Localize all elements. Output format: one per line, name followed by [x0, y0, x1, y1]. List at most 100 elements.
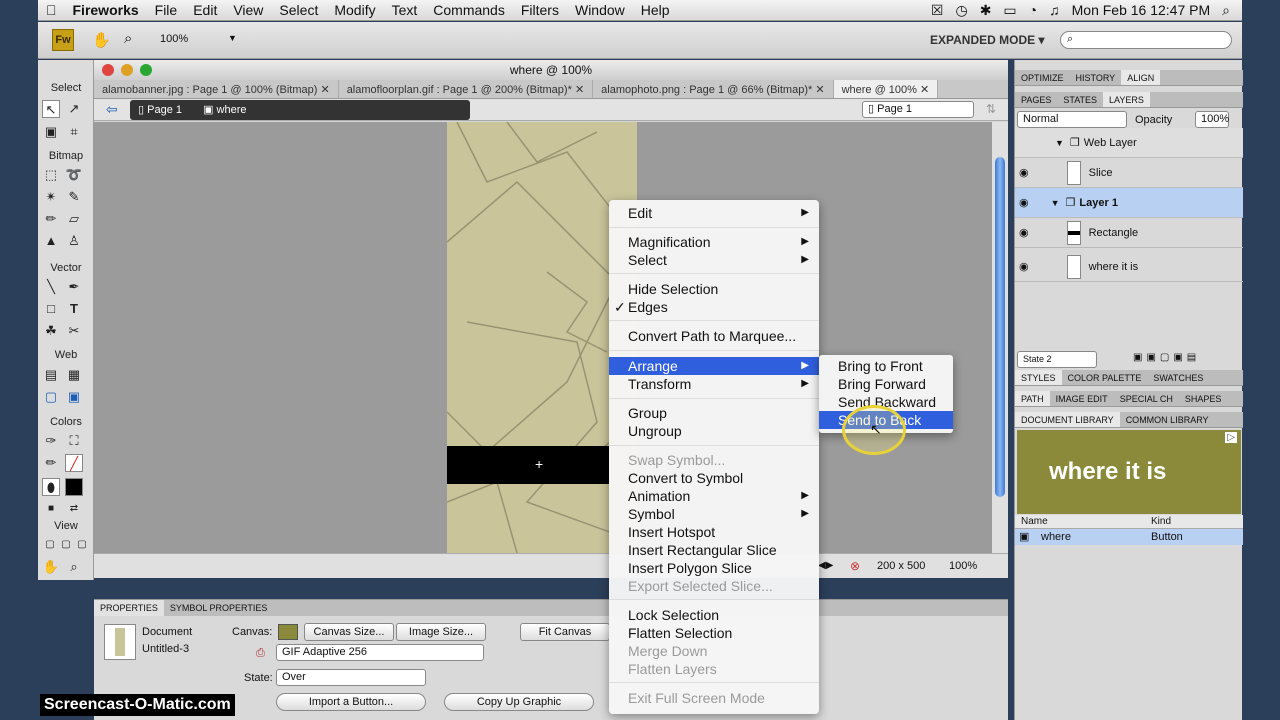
- zoom-view-icon[interactable]: ⌕: [65, 558, 83, 576]
- knife-tool-icon[interactable]: ✂: [65, 322, 83, 340]
- blur-tool-icon[interactable]: ▲: [42, 232, 60, 250]
- close-window-icon[interactable]: [102, 64, 114, 76]
- menu-text[interactable]: Text: [384, 2, 426, 18]
- menu-item-magnification[interactable]: Magnification ▶: [609, 233, 819, 251]
- menu-item-group[interactable]: Group: [609, 404, 819, 422]
- rubber-stamp-tool-icon[interactable]: ♙: [65, 232, 83, 250]
- eye-icon[interactable]: ◉: [1019, 166, 1029, 179]
- menu-item-flatten-selection[interactable]: Flatten Selection: [609, 624, 819, 642]
- zoom-level[interactable]: 100%: [949, 560, 977, 572]
- menu-item-hide-selection[interactable]: Hide Selection: [609, 280, 819, 298]
- apple-icon[interactable]: : [38, 2, 65, 18]
- blend-mode-select[interactable]: Normal: [1017, 111, 1127, 128]
- expand-triangle-icon[interactable]: ▼: [1055, 138, 1064, 148]
- vertical-scrollbar[interactable]: [992, 122, 1008, 553]
- tab-where[interactable]: where @ 100% ✕: [833, 80, 939, 98]
- default-colors-icon[interactable]: ■: [42, 500, 60, 518]
- freeform-tool-icon[interactable]: ☘: [42, 322, 60, 340]
- page-nav-icon[interactable]: ⇅: [986, 102, 996, 116]
- pen-tool-icon[interactable]: ✒: [65, 278, 83, 296]
- tab-common-library[interactable]: COMMON LIBRARY: [1120, 412, 1215, 427]
- close-tab-icon[interactable]: ✕: [920, 84, 929, 96]
- layer-row-text[interactable]: ◉ where it is: [1015, 252, 1243, 282]
- tab-special-characters[interactable]: SPECIAL CH: [1114, 391, 1179, 406]
- chevron-down-icon[interactable]: ▼: [228, 33, 237, 43]
- image-size-button[interactable]: Image Size...: [396, 623, 486, 641]
- hand-tool-icon[interactable]: ✋: [92, 31, 111, 49]
- stop-icon[interactable]: ⊗: [850, 559, 860, 573]
- pointer-tool-icon[interactable]: ↖: [42, 100, 60, 118]
- stroke-color-icon[interactable]: ✏: [42, 454, 60, 472]
- menu-edit[interactable]: Edit: [185, 2, 225, 18]
- copy-up-graphic-button[interactable]: Copy Up Graphic: [444, 693, 594, 711]
- close-status-icon[interactable]: ☒: [931, 2, 944, 19]
- tab-path[interactable]: PATH: [1015, 391, 1050, 406]
- eye-icon[interactable]: ◉: [1019, 260, 1029, 273]
- scale-tool-icon[interactable]: ▣: [42, 123, 60, 141]
- minimize-window-icon[interactable]: [121, 64, 133, 76]
- menu-item-edges[interactable]: Edges ✓: [609, 298, 819, 316]
- slice-tool-icon[interactable]: ▦: [65, 366, 83, 384]
- menu-item-convert-to-symbol[interactable]: Convert to Symbol: [609, 469, 819, 487]
- rectangle-object[interactable]: +: [447, 446, 609, 484]
- text-tool-icon[interactable]: T: [65, 300, 83, 318]
- close-tab-icon[interactable]: ✕: [320, 84, 329, 96]
- hotspot-tool-icon[interactable]: ▤: [42, 366, 60, 384]
- crop-tool-icon[interactable]: ⌗: [65, 123, 83, 141]
- tab-optimize[interactable]: OPTIMIZE: [1015, 70, 1070, 85]
- menu-app-name[interactable]: Fireworks: [65, 2, 147, 18]
- tab-alamophoto[interactable]: alamophoto.png : Page 1 @ 66% (Bitmap)* …: [593, 80, 834, 98]
- close-tab-icon[interactable]: ✕: [575, 84, 584, 96]
- menu-item-ungroup[interactable]: Ungroup: [609, 422, 819, 440]
- tab-image-edit[interactable]: IMAGE EDIT: [1050, 391, 1114, 406]
- menu-item-transform[interactable]: Transform ▶: [609, 375, 819, 393]
- expand-triangle-icon[interactable]: ▼: [1051, 198, 1060, 208]
- rectangle-tool-icon[interactable]: □: [42, 300, 60, 318]
- zoom-window-icon[interactable]: [140, 64, 152, 76]
- tab-shapes[interactable]: SHAPES: [1179, 391, 1228, 406]
- menu-select[interactable]: Select: [271, 2, 326, 18]
- col-kind[interactable]: Kind: [1151, 516, 1171, 527]
- breadcrumb-doc[interactable]: where: [217, 104, 247, 116]
- menu-item-symbol[interactable]: Symbol ▶: [609, 505, 819, 523]
- battery-icon[interactable]: ▭: [1003, 2, 1016, 19]
- layer-actions-icon[interactable]: ▣▣▢▣▤: [1133, 352, 1200, 363]
- menu-item-convert-path-to-marquee[interactable]: Convert Path to Marquee...: [609, 327, 819, 345]
- state-select[interactable]: Over: [276, 669, 426, 686]
- hand-view-icon[interactable]: ✋: [42, 558, 60, 576]
- fill-swatch[interactable]: [65, 478, 83, 496]
- fill-color-icon[interactable]: ⬮: [42, 478, 60, 496]
- full-screen-icon[interactable]: ▢: [73, 536, 91, 554]
- tab-layers[interactable]: LAYERS: [1103, 92, 1150, 107]
- menu-filters[interactable]: Filters: [513, 2, 567, 18]
- tab-pages[interactable]: PAGES: [1015, 92, 1057, 107]
- layer-row-web[interactable]: ▼ ❐ Web Layer: [1015, 128, 1243, 158]
- tab-align[interactable]: ALIGN: [1121, 70, 1161, 85]
- library-row[interactable]: ▣ where Button: [1015, 529, 1243, 545]
- tab-styles[interactable]: STYLES: [1015, 370, 1062, 385]
- tab-color-palette[interactable]: COLOR PALETTE: [1062, 370, 1148, 385]
- line-tool-icon[interactable]: ╲: [42, 278, 60, 296]
- show-slices-icon[interactable]: ▣: [65, 388, 83, 406]
- canvas-size-button[interactable]: Canvas Size...: [304, 623, 394, 641]
- page-select[interactable]: ▯ Page 1: [862, 101, 974, 118]
- zoom-tool-icon[interactable]: ⌕: [124, 30, 132, 47]
- swap-colors-icon[interactable]: ⇄: [65, 500, 83, 518]
- eye-icon[interactable]: ◉: [1019, 196, 1029, 209]
- canvas-color-swatch[interactable]: [278, 624, 298, 640]
- menu-bring-to-front[interactable]: Bring to Front: [819, 357, 953, 375]
- col-name[interactable]: Name: [1021, 516, 1048, 527]
- eraser-tool-icon[interactable]: ▱: [65, 210, 83, 228]
- wifi-icon[interactable]: ◔: [1029, 2, 1037, 18]
- clock[interactable]: Mon Feb 16 12:47 PM: [1072, 2, 1211, 18]
- workspace-mode-select[interactable]: EXPANDED MODE ▾: [930, 33, 1044, 47]
- menu-item-lock-selection[interactable]: Lock Selection: [609, 606, 819, 624]
- subselect-tool-icon[interactable]: ↗: [65, 100, 83, 118]
- help-search-input[interactable]: ⌕: [1060, 31, 1232, 49]
- tab-states[interactable]: STATES: [1057, 92, 1103, 107]
- menu-view[interactable]: View: [225, 2, 271, 18]
- close-tab-icon[interactable]: ✕: [815, 84, 824, 96]
- breadcrumb-page[interactable]: Page 1: [147, 104, 182, 116]
- lasso-tool-icon[interactable]: ➰: [65, 166, 83, 184]
- tab-document-library[interactable]: DOCUMENT LIBRARY: [1015, 412, 1120, 427]
